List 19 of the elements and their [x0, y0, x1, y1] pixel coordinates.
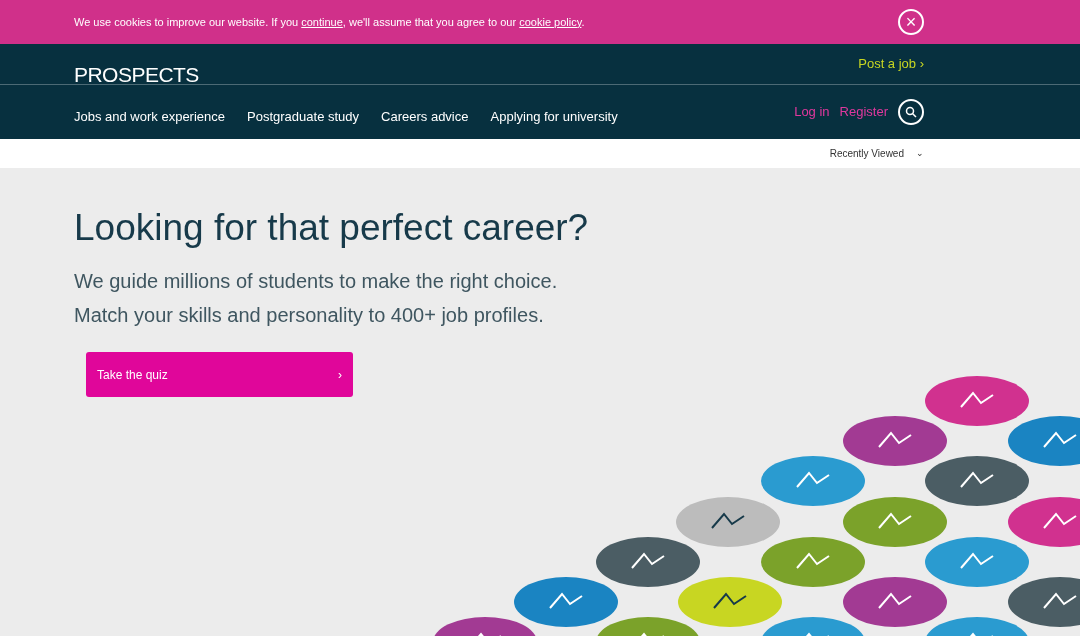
close-button[interactable]: × — [898, 9, 924, 35]
take-quiz-button[interactable]: Take the quiz › — [86, 352, 353, 397]
nav-link[interactable]: Jobs and work experience — [74, 107, 226, 127]
cookie-message: We use cookies to improve our website. If you continue, we'll assume that you agree to our cookie policy. — [74, 14, 585, 30]
hero-title: Looking for that perfect career? — [74, 206, 590, 250]
login-link[interactable]: Log in — [794, 102, 830, 122]
cookie-link[interactable]: continue — [301, 15, 343, 28]
nav-link[interactable]: Applying for university — [490, 107, 618, 127]
prospects-logo[interactable]: PROSPECTS — [74, 64, 199, 85]
nav-link[interactable]: Postgraduate study — [247, 107, 360, 127]
hero-subtitle: We guide millions of students to make the right choice. — [74, 269, 559, 294]
post-job-link[interactable]: Post a job › — [858, 54, 924, 74]
hero-subtitle: Match your skills and personality to 400+ job profiles. — [74, 303, 545, 328]
recently-viewed-dropdown[interactable]: Recently Viewed ⌄ — [829, 146, 924, 161]
caret-icon: ⌄ — [916, 146, 924, 161]
search-button[interactable] — [898, 99, 924, 125]
search-icon — [905, 106, 917, 118]
nav-link[interactable]: Careers advice — [381, 107, 469, 127]
register-link[interactable]: Register — [839, 102, 888, 122]
